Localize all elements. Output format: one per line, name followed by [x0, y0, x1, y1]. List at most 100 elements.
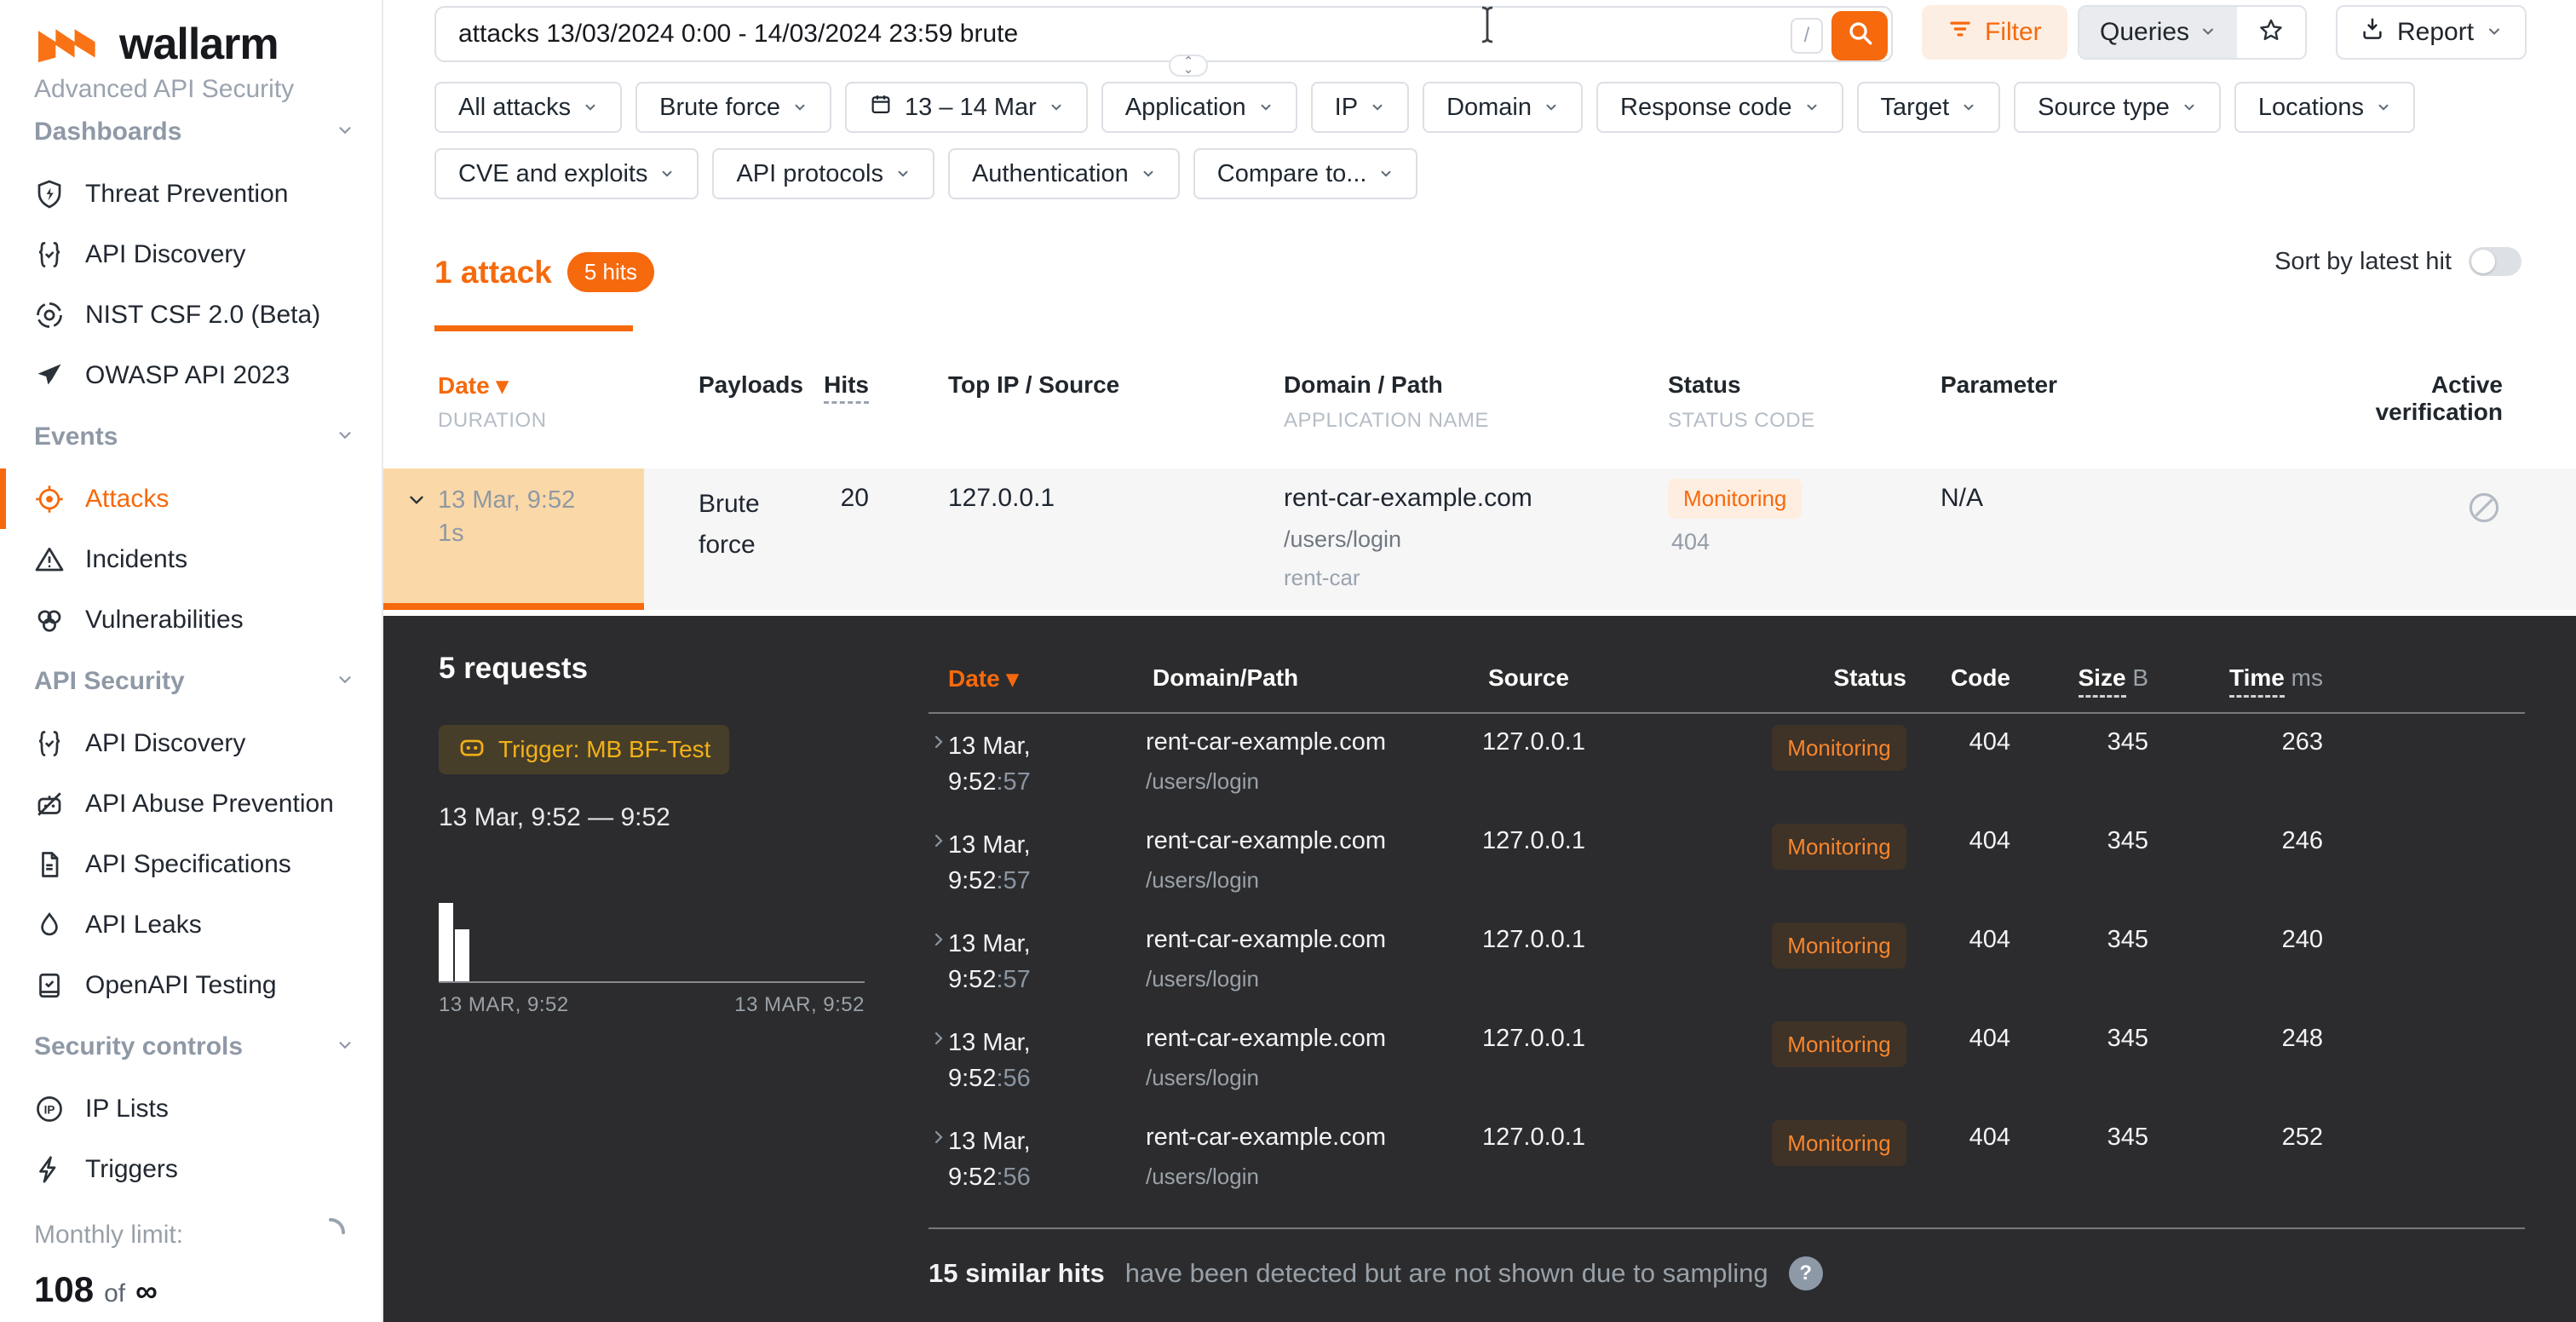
section-api-security[interactable]: API Security	[0, 650, 382, 713]
req-size: 345	[2055, 1124, 2148, 1152]
req-code: 404	[1917, 926, 2010, 954]
tab-attacks-count[interactable]: 1 attack 5 hits	[434, 252, 654, 292]
topbar: attacks 13/03/2024 0:00 - 14/03/2024 23:…	[383, 0, 2576, 68]
report-button[interactable]: Report	[2336, 5, 2527, 60]
blocked-circle-icon[interactable]	[2465, 489, 2503, 531]
req-size: 345	[2055, 1025, 2148, 1053]
req-date: 13 Mar,	[948, 926, 1127, 962]
chip-cve-exploits[interactable]: CVE and exploits	[434, 148, 699, 199]
filter-button[interactable]: Filter	[1922, 5, 2067, 60]
sidebar-item-nist-csf[interactable]: NIST CSF 2.0 (Beta)	[0, 285, 382, 345]
sidebar-item-vulnerabilities[interactable]: Vulnerabilities	[0, 589, 382, 650]
sidebar-item-api-leaks[interactable]: API Leaks	[0, 894, 382, 955]
chip-source-type[interactable]: Source type	[2014, 82, 2221, 133]
section-events[interactable]: Events	[0, 405, 382, 468]
req-seconds: :57	[996, 867, 1030, 894]
request-row[interactable]: 13 Mar,9:52:57 rent-car-example.com/user…	[383, 819, 2576, 917]
req-column-date[interactable]: Date ▾	[948, 664, 1019, 693]
chevron-down-icon	[336, 422, 354, 451]
search-input[interactable]: attacks 13/03/2024 0:00 - 14/03/2024 23:…	[434, 6, 1893, 62]
chevron-down-icon	[2486, 18, 2503, 47]
req-time: 9:52	[948, 966, 996, 993]
req-column-status: Status	[1772, 664, 1906, 692]
sidebar-item-incidents[interactable]: Incidents	[0, 529, 382, 589]
sidebar-item-api-discovery-2[interactable]: API Discovery	[0, 713, 382, 773]
sidebar-item-openapi-testing[interactable]: OpenAPI Testing	[0, 955, 382, 1015]
chip-authentication[interactable]: Authentication	[948, 148, 1180, 199]
help-icon[interactable]: ?	[1789, 1256, 1823, 1290]
request-row[interactable]: 13 Mar,9:52:57 rent-car-example.com/user…	[383, 720, 2576, 819]
search-expand-handle[interactable]: ⌃ ⌄	[1169, 55, 1208, 77]
sidebar-item-api-discovery[interactable]: API Discovery	[0, 224, 382, 285]
req-date: 13 Mar,	[948, 1025, 1127, 1060]
req-seconds: :56	[996, 1164, 1030, 1191]
attack-row[interactable]: 13 Mar, 9:52 1s Brute force 20 127.0.0.1…	[383, 468, 2576, 610]
chevron-down-icon: ⌄	[1183, 66, 1194, 73]
sidebar-item-api-abuse-prevention[interactable]: API Abuse Prevention	[0, 773, 382, 834]
slash-shortcut-badge: /	[1791, 18, 1823, 54]
chevron-down-icon	[792, 94, 808, 122]
req-source: 127.0.0.1	[1482, 1124, 1585, 1152]
req-time: 9:52	[948, 1164, 996, 1191]
requests-table: Date ▾ Domain/Path Source Status Code Si…	[383, 616, 2576, 1322]
attack-date-cell[interactable]: 13 Mar, 9:52 1s	[383, 468, 644, 610]
sidebar-item-owasp-api[interactable]: OWASP API 2023	[0, 345, 382, 405]
chip-compare-to[interactable]: Compare to...	[1193, 148, 1418, 199]
attack-domain-cell: rent-car-example.com /users/login rent-c…	[1284, 484, 1532, 591]
request-row[interactable]: 13 Mar,9:52:56 rent-car-example.com/user…	[383, 1115, 2576, 1214]
chip-target[interactable]: Target	[1857, 82, 2001, 133]
sampling-text: have been detected but are not shown due…	[1125, 1258, 1768, 1289]
req-duration: 240	[2199, 926, 2323, 954]
chip-api-protocols[interactable]: API protocols	[712, 148, 934, 199]
section-dashboards[interactable]: Dashboards	[0, 101, 382, 164]
calendar-icon	[869, 92, 893, 123]
request-row[interactable]: 13 Mar,9:52:57 rent-car-example.com/user…	[383, 917, 2576, 1016]
bot-off-icon	[34, 789, 65, 819]
req-duration: 246	[2199, 827, 2323, 855]
chip-domain[interactable]: Domain	[1423, 82, 1583, 133]
sort-toggle[interactable]	[2469, 247, 2521, 276]
attack-date: 13 Mar, 9:52	[438, 484, 625, 517]
chip-application[interactable]: Application	[1101, 82, 1297, 133]
chip-ip[interactable]: IP	[1311, 82, 1409, 133]
req-source: 127.0.0.1	[1482, 827, 1585, 855]
queries-button[interactable]: Queries	[2079, 7, 2237, 58]
chip-all-attacks[interactable]: All attacks	[434, 82, 622, 133]
req-path: /users/login	[1146, 1065, 1386, 1091]
req-size: 345	[2055, 728, 2148, 756]
req-time: 9:52	[948, 768, 996, 796]
column-header-date[interactable]: Date ▾	[438, 371, 509, 399]
chevron-down-icon	[659, 160, 675, 188]
request-rows: 13 Mar, 9:52 :57 rent-car-example.com/user…	[383, 720, 2576, 1214]
req-column-size[interactable]: Size B	[2046, 664, 2148, 692]
sidebar-item-attacks[interactable]: Attacks	[0, 468, 382, 529]
req-column-time[interactable]: Time ms	[2190, 664, 2323, 692]
sidebar-item-threat-prevention[interactable]: Threat Prevention	[0, 164, 382, 224]
attack-parameter: N/A	[1941, 484, 1983, 513]
text-cursor	[1475, 5, 1499, 49]
braces-icon	[34, 728, 65, 759]
req-size: 345	[2055, 827, 2148, 855]
req-source: 127.0.0.1	[1482, 1025, 1585, 1053]
search-button[interactable]	[1831, 11, 1888, 60]
column-header-hits[interactable]: Hits	[767, 371, 869, 399]
section-security-controls[interactable]: Security controls	[0, 1015, 382, 1078]
attack-duration: 1s	[438, 517, 625, 550]
sidebar-item-ip-lists[interactable]: IP IP Lists	[0, 1078, 382, 1139]
chip-response-code[interactable]: Response code	[1596, 82, 1843, 133]
req-domain: rent-car-example.com	[1146, 1025, 1386, 1053]
sidebar-nav: Dashboards Threat Prevention API Discove…	[0, 101, 382, 1199]
sort-label: Sort by latest hit	[2274, 248, 2452, 276]
req-seconds: :56	[996, 1065, 1030, 1092]
sidebar-item-api-specifications[interactable]: API Specifications	[0, 834, 382, 894]
sidebar-item-triggers[interactable]: Triggers	[0, 1139, 382, 1199]
chip-attack-type[interactable]: Brute force	[635, 82, 831, 133]
chip-date-range[interactable]: 13 – 14 Mar	[845, 82, 1088, 133]
request-row[interactable]: 13 Mar,9:52:56 rent-car-example.com/user…	[383, 1016, 2576, 1115]
monthly-limit-value: 108	[34, 1269, 94, 1310]
chip-locations[interactable]: Locations	[2234, 82, 2415, 133]
req-path: /users/login	[1146, 768, 1386, 795]
chevron-down-icon	[336, 1032, 354, 1061]
filter-chips-row-2: CVE and exploits API protocols Authentic…	[434, 148, 2576, 199]
favorite-query-button[interactable]	[2237, 7, 2305, 58]
